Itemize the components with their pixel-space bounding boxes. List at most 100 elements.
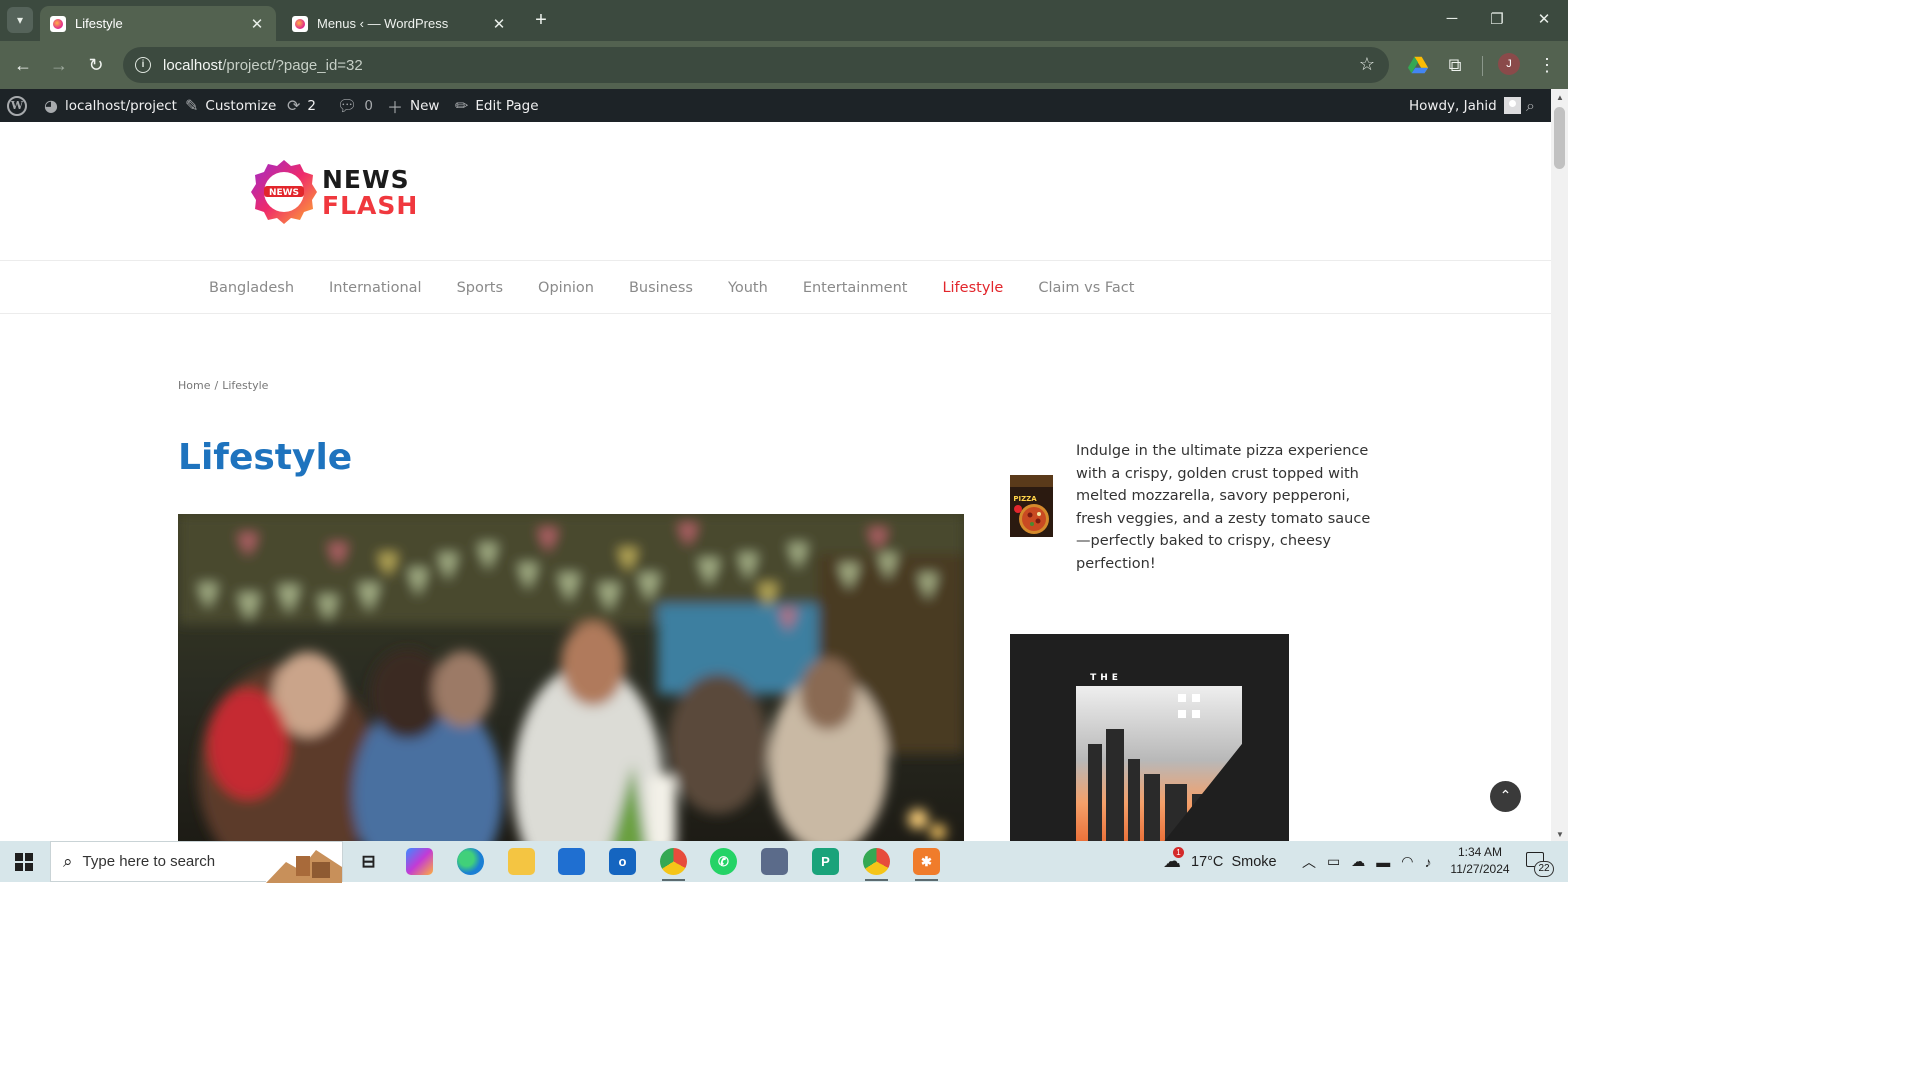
nav-item-international[interactable]: International bbox=[329, 280, 422, 296]
nav-item-opinion[interactable]: Opinion bbox=[538, 280, 594, 296]
address-bar[interactable]: i localhost/project/?page_id=32 ☆ bbox=[123, 47, 1389, 83]
main-navigation: Bangladesh International Sports Opinion Busi… bbox=[0, 261, 1551, 314]
nav-menu: Bangladesh International Sports Opinion Busi… bbox=[209, 261, 1169, 314]
clock-time: 1:34 AM bbox=[1457, 845, 1503, 859]
back-icon[interactable]: ← bbox=[11, 53, 35, 77]
chrome-icon[interactable] bbox=[660, 848, 687, 881]
account-menu[interactable]: Howdy, Jahid bbox=[1409, 89, 1521, 122]
logo-line-2: FLASH bbox=[322, 190, 419, 220]
edge-browser-icon[interactable] bbox=[457, 848, 484, 875]
weather-alert-badge: 1 bbox=[1173, 847, 1184, 858]
breadcrumb-home-link[interactable]: Home bbox=[178, 379, 210, 392]
nav-item-business[interactable]: Business bbox=[629, 280, 693, 296]
browser-menu-icon[interactable]: ⋮ bbox=[1536, 54, 1558, 76]
pycharm-icon[interactable]: P bbox=[812, 848, 839, 875]
reload-icon[interactable]: ↻ bbox=[84, 53, 108, 77]
tab-search-button[interactable]: ▾ bbox=[7, 7, 33, 33]
sidebar-banner-image[interactable]: THE bbox=[1010, 634, 1289, 841]
close-window-icon[interactable]: ✕ bbox=[1534, 10, 1554, 28]
updates-count: 2 bbox=[307, 97, 316, 114]
photo-app-icon[interactable] bbox=[761, 848, 788, 875]
minimize-icon[interactable]: ─ bbox=[1442, 10, 1462, 27]
toolbar-divider bbox=[1482, 56, 1483, 76]
close-tab-icon[interactable]: ✕ bbox=[490, 15, 508, 33]
outlook-icon[interactable]: o bbox=[609, 848, 636, 875]
search-icon: ⌕ bbox=[63, 851, 73, 871]
nav-item-youth[interactable]: Youth bbox=[728, 280, 768, 296]
site-name-menu[interactable]: ◕ localhost/project bbox=[44, 89, 177, 122]
google-drive-icon[interactable] bbox=[1407, 54, 1429, 76]
battery-icon[interactable]: ▬ bbox=[1376, 854, 1390, 870]
nav-item-claim-vs-fact[interactable]: Claim vs Fact bbox=[1038, 280, 1134, 296]
close-tab-icon[interactable]: ✕ bbox=[248, 15, 266, 33]
wp-logo-menu[interactable]: W bbox=[7, 89, 27, 122]
new-content-menu[interactable]: ＋ New bbox=[387, 89, 439, 122]
whatsapp-icon[interactable]: ✆ bbox=[710, 848, 737, 875]
edit-page-link[interactable]: ✏︎ Edit Page bbox=[455, 89, 539, 122]
url-host: localhost bbox=[163, 56, 223, 74]
updates-link[interactable]: ⟳ 2 bbox=[287, 89, 316, 122]
wordpress-logo-icon: W bbox=[7, 95, 27, 116]
scroll-down-icon[interactable]: ▼ bbox=[1556, 830, 1564, 839]
show-hidden-icons-icon[interactable]: ︿ bbox=[1302, 852, 1316, 872]
nav-item-sports[interactable]: Sports bbox=[457, 280, 503, 296]
taskbar-clock[interactable]: 1:34 AM 11/27/2024 bbox=[1440, 844, 1520, 878]
back-to-top-button[interactable]: ⌃ bbox=[1490, 781, 1521, 812]
url-text: localhost/project/?page_id=32 bbox=[163, 57, 363, 74]
admin-search-button[interactable]: ⌕ bbox=[1526, 89, 1535, 122]
new-tab-button[interactable]: + bbox=[530, 9, 552, 31]
taskbar-search-box[interactable]: ⌕ Type here to search bbox=[50, 841, 343, 883]
volume-icon[interactable]: ♪ bbox=[1424, 854, 1431, 870]
onedrive-icon[interactable]: ☁ bbox=[1351, 853, 1365, 870]
comments-link[interactable]: 💬︎ 0 bbox=[337, 89, 373, 122]
chrome-profile-icon[interactable] bbox=[863, 848, 890, 881]
logo-line-1: NEWS bbox=[322, 164, 410, 194]
pizza-thumb-label: PIZZA bbox=[1013, 495, 1037, 503]
task-view-icon[interactable]: ⊟ bbox=[355, 848, 382, 875]
user-avatar bbox=[1503, 97, 1521, 114]
logo-wordmark: NEWS FLASH bbox=[322, 167, 418, 218]
xampp-icon[interactable]: ✱ bbox=[913, 848, 940, 881]
wifi-icon[interactable]: ◠ bbox=[1401, 853, 1413, 870]
bookmark-star-icon[interactable]: ☆ bbox=[1359, 54, 1375, 75]
customize-link[interactable]: ✎ Customize bbox=[185, 89, 276, 122]
search-highlight-illustration-icon bbox=[266, 842, 342, 883]
tab-menus-wordpress[interactable]: Menus ‹ — WordPress ✕ bbox=[282, 6, 518, 41]
profile-avatar[interactable]: J bbox=[1498, 53, 1520, 75]
page-scrollbar[interactable]: ▲ ▼ bbox=[1551, 89, 1568, 841]
nav-item-bangladesh[interactable]: Bangladesh bbox=[209, 280, 294, 296]
edit-page-label: Edit Page bbox=[475, 97, 539, 114]
site-name-label: localhost/project bbox=[64, 97, 177, 114]
microsoft-store-icon[interactable] bbox=[558, 848, 585, 875]
breadcrumb-separator: / bbox=[214, 379, 219, 392]
forward-icon[interactable]: → bbox=[47, 53, 71, 77]
site-favicon-icon bbox=[292, 15, 308, 32]
meet-now-icon[interactable]: ▭ bbox=[1327, 853, 1340, 870]
url-path: /project/?page_id=32 bbox=[222, 56, 363, 74]
pencil-icon: ✏︎ bbox=[455, 96, 469, 115]
weather-widget[interactable]: ☁ 1 17°C Smoke bbox=[1163, 841, 1277, 882]
logo-badge-text: NEWS bbox=[269, 188, 299, 198]
windows-start-icon[interactable] bbox=[15, 853, 33, 871]
page-title: Lifestyle bbox=[178, 437, 353, 478]
notification-count-badge: 22 bbox=[1534, 861, 1554, 877]
scroll-up-icon[interactable]: ▲ bbox=[1556, 93, 1564, 102]
sidebar-post-excerpt[interactable]: Indulge in the ultimate pizza experience… bbox=[1076, 440, 1376, 575]
nav-item-entertainment[interactable]: Entertainment bbox=[803, 280, 908, 296]
pizza-thumbnail[interactable]: PIZZA bbox=[1010, 475, 1053, 537]
copilot-icon[interactable] bbox=[406, 848, 433, 875]
tab-lifestyle[interactable]: Lifestyle ✕ bbox=[40, 6, 276, 41]
clock-date: 11/27/2024 bbox=[1450, 862, 1510, 876]
system-tray: ︿ ▭ ☁ ▬ ◠ ♪ bbox=[1302, 841, 1431, 882]
banner-the-text: THE bbox=[1090, 673, 1122, 683]
site-logo[interactable]: NEWS NEWS FLASH bbox=[250, 158, 418, 226]
file-explorer-icon[interactable] bbox=[508, 848, 535, 875]
comments-count: 0 bbox=[364, 97, 373, 114]
featured-image[interactable] bbox=[178, 514, 964, 841]
restore-icon[interactable]: ❐ bbox=[1487, 10, 1507, 28]
extensions-icon[interactable]: ⧉ bbox=[1444, 54, 1466, 76]
nav-item-lifestyle[interactable]: Lifestyle bbox=[942, 280, 1003, 296]
site-info-icon[interactable]: i bbox=[135, 57, 151, 73]
tab-title: Lifestyle bbox=[75, 16, 123, 31]
scrollbar-thumb[interactable] bbox=[1554, 107, 1565, 169]
